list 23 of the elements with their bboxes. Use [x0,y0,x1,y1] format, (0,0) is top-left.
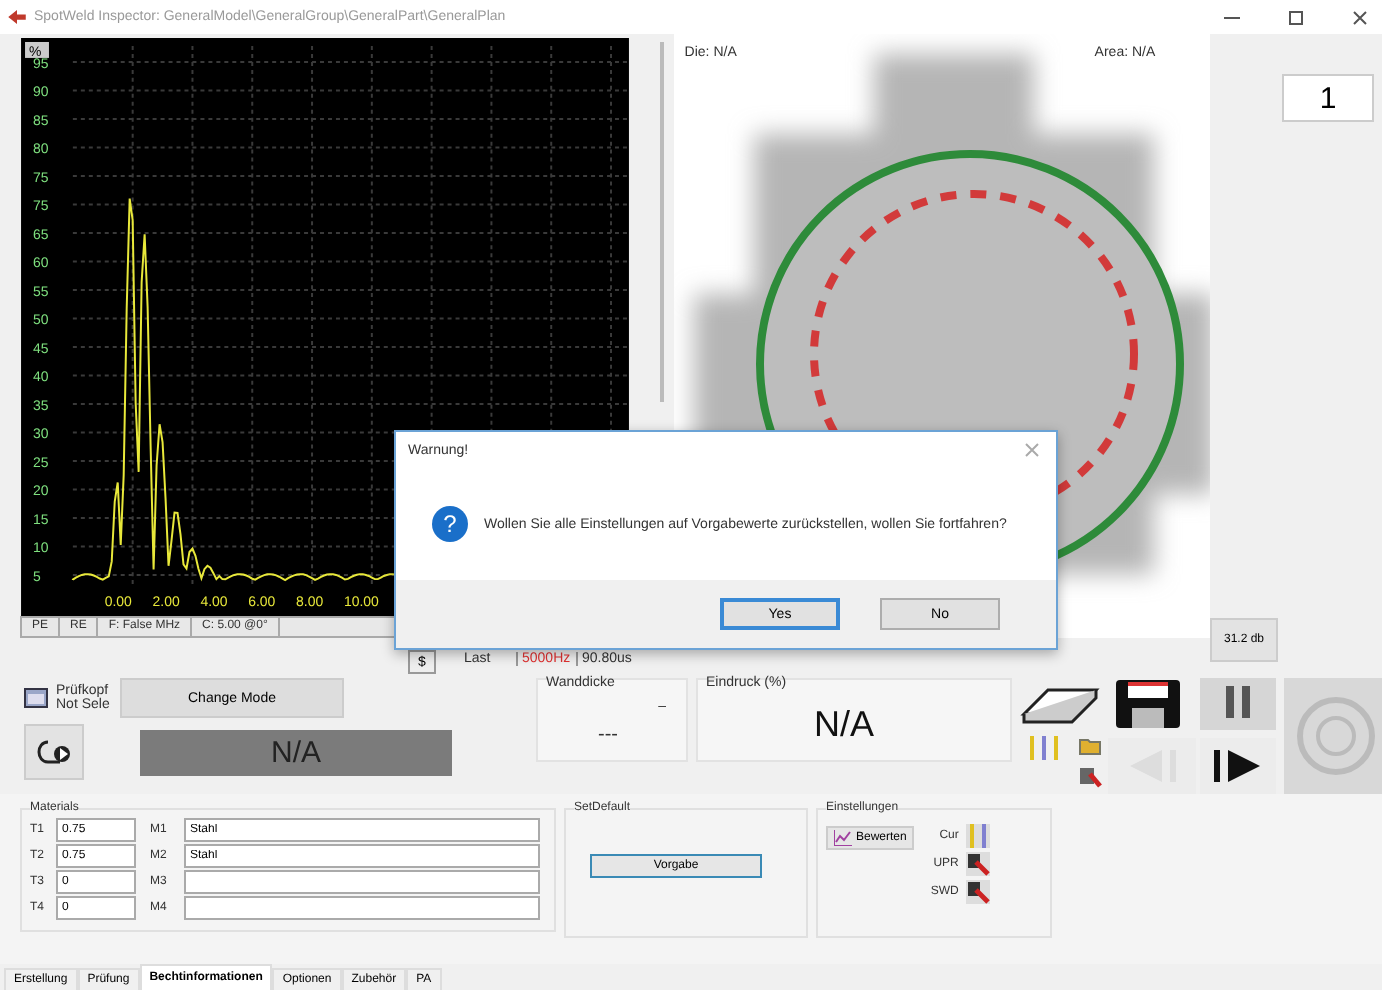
folder-icon[interactable] [1078,736,1102,757]
pause-icon [1222,683,1254,720]
window-icon [24,688,48,709]
chart-icon [834,830,852,847]
probe-value: N/A [140,729,452,776]
pause-button[interactable] [1200,678,1276,731]
wall-value: --- [598,724,618,747]
refresh-icon [32,736,76,769]
question-icon: ? [432,506,468,542]
indent-value: N/A [814,704,875,747]
material-field[interactable] [184,870,540,895]
refresh-button[interactable] [24,724,84,781]
app-icon [8,10,26,25]
tools-icon[interactable] [966,880,991,905]
tools-icon[interactable] [1078,764,1102,789]
scrollbar[interactable] [660,42,665,403]
tools-icon[interactable] [966,852,991,877]
material-field[interactable] [184,896,540,921]
play-button[interactable] [1200,738,1276,795]
close-icon[interactable] [1350,7,1370,28]
counter-display: 1 [1282,74,1375,123]
restore-icon[interactable] [1286,7,1306,28]
bars-icon[interactable] [1026,736,1062,761]
